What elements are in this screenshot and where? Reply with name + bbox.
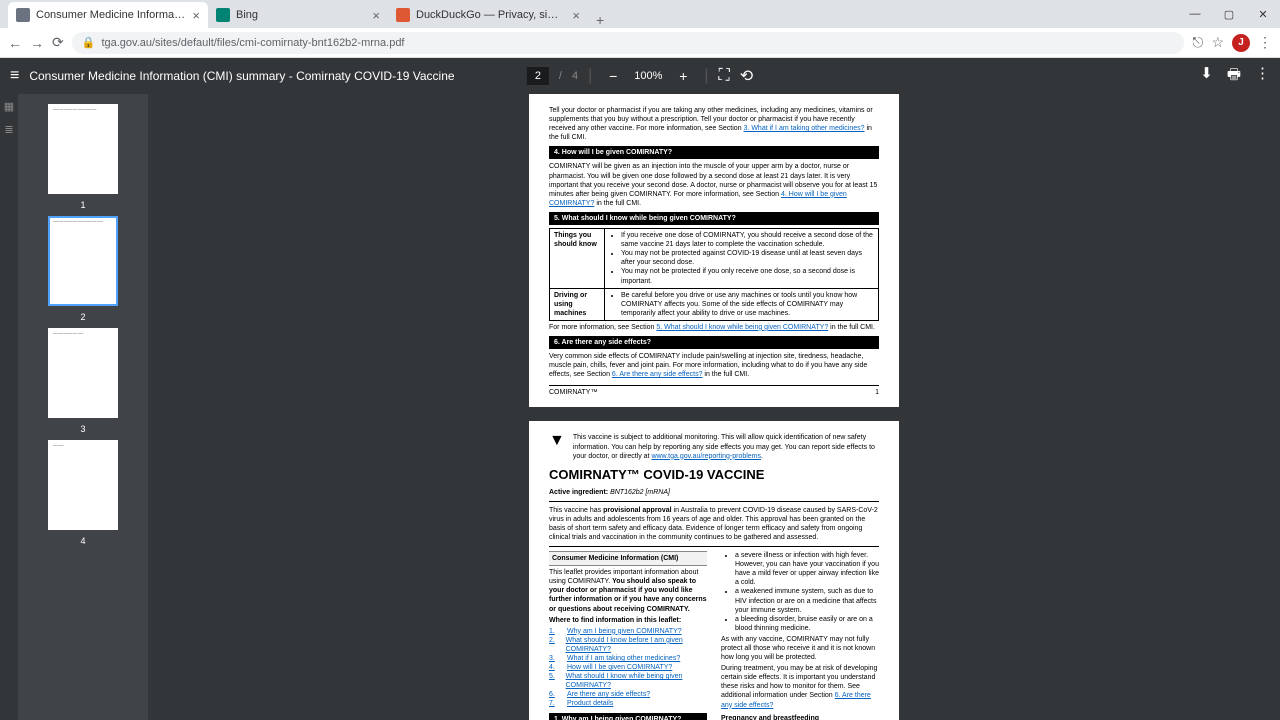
toc-list: 1.Why am I being given COMIRNATY? 2.What… <box>549 627 707 709</box>
rotate-icon[interactable]: ⟲ <box>740 66 753 86</box>
url-text: tga.gov.au/sites/default/files/cmi-comir… <box>101 37 404 49</box>
section-6-header: 6. Are there any side effects? <box>549 336 879 349</box>
thumbnail-panel: ▬▬▬ ▬▬ ▬▬▬▬ ▬▬ ▬▬▬ ▬▬▬▬ ▬▬ 1 ▬▬▬ ▬▬ ▬▬▬▬… <box>18 94 148 720</box>
toc-link[interactable]: What should I know before I am given COM… <box>566 636 707 654</box>
link-sec5[interactable]: 5. What should I know while being given … <box>656 324 828 331</box>
thumb-label: 3 <box>80 424 85 434</box>
pdf-toolbar: ≡ Consumer Medicine Information (CMI) su… <box>0 58 1280 94</box>
kebab-menu-icon[interactable]: ⋮ <box>1258 34 1272 51</box>
thumb-label: 2 <box>80 312 85 322</box>
print-icon[interactable]: 🖶 <box>1227 64 1241 89</box>
hamburger-icon[interactable]: ≡ <box>10 67 19 85</box>
zoom-in-button[interactable]: + <box>672 65 694 87</box>
more-icon[interactable]: ⋮ <box>1255 64 1270 89</box>
outline-icon[interactable]: ≣ <box>4 123 13 136</box>
warning-bullets: a severe illness or infection with high … <box>721 551 879 633</box>
link-sec3[interactable]: 3. What if I am taking other medicines? <box>744 125 865 132</box>
reload-icon[interactable]: ⟳ <box>52 34 64 51</box>
zoom-out-button[interactable]: − <box>602 65 624 87</box>
toc-link[interactable]: Product details <box>567 699 613 708</box>
browser-tab-bar: Consumer Medicine Information × Bing × D… <box>0 0 1280 28</box>
black-triangle-icon: ▼ <box>549 431 565 452</box>
bookmark-icon[interactable]: ☆ <box>1211 34 1224 51</box>
section-4-header: 4. How will I be given COMIRNATY? <box>549 146 879 159</box>
translate-icon[interactable]: ⎋ <box>1192 34 1203 51</box>
thumb-label: 1 <box>80 200 85 210</box>
tab-title: Consumer Medicine Information <box>36 9 186 21</box>
pdf-page-2: ▼ This vaccine is subject to additional … <box>529 421 899 720</box>
p2-sec1-head: 1. Why am I being given COMIRNATY? <box>549 713 707 720</box>
page2-title: COMIRNATY™ COVID-19 VACCINE <box>549 467 879 484</box>
page-sep: / <box>559 70 562 82</box>
section-5-table: Things you should know If you receive on… <box>549 228 879 321</box>
ddg-favicon <box>396 8 410 22</box>
fit-page-icon[interactable]: ⛶ <box>719 67 730 85</box>
page-number-input[interactable] <box>527 67 549 85</box>
new-tab-button[interactable]: + <box>588 12 612 28</box>
thumb-label: 4 <box>80 536 85 546</box>
toc-link[interactable]: How will I be given COMIRNATY? <box>567 663 672 672</box>
pdf-page-1-bottom: Tell your doctor or pharmacist if you ar… <box>529 94 899 407</box>
section-5-header: 5. What should I know while being given … <box>549 212 879 225</box>
close-icon[interactable]: × <box>192 8 200 23</box>
footer-page: 1 <box>875 388 879 397</box>
page-scroll-area[interactable]: Tell your doctor or pharmacist if you ar… <box>148 94 1280 720</box>
address-bar: ← → ⟳ 🔒 tga.gov.au/sites/default/files/c… <box>0 28 1280 58</box>
page-total: 4 <box>572 70 578 82</box>
pdf-favicon <box>16 8 30 22</box>
close-icon[interactable]: × <box>372 8 380 23</box>
tab-title: DuckDuckGo — Privacy, simplifi <box>416 9 566 21</box>
thumbnail-2[interactable]: ▬▬▬ ▬▬ ▬▬▬▬ ▬▬ ▬▬▬ ▬▬▬▬ ▬▬ ▬▬▬ <box>48 216 118 306</box>
preg-heading: Pregnancy and breastfeeding <box>721 714 879 720</box>
toc-link[interactable]: What should I know while being given COM… <box>566 672 707 690</box>
document-title: Consumer Medicine Information (CMI) summ… <box>29 69 454 83</box>
close-window-button[interactable]: ✕ <box>1246 0 1280 28</box>
back-icon[interactable]: ← <box>8 35 22 51</box>
toc-link[interactable]: Are there any side effects? <box>567 690 650 699</box>
profile-avatar[interactable]: J <box>1232 34 1250 52</box>
bing-favicon <box>216 8 230 22</box>
cmi-heading: Consumer Medicine Information (CMI) <box>549 551 707 566</box>
thumbnails-icon[interactable]: ▦ <box>4 100 14 113</box>
footer-left: COMIRNATY™ <box>549 388 597 397</box>
window-controls: — ▢ ✕ <box>1178 0 1280 28</box>
tab-ddg[interactable]: DuckDuckGo — Privacy, simplifi × <box>388 2 588 28</box>
tab-cmi[interactable]: Consumer Medicine Information × <box>8 2 208 28</box>
lock-icon: 🔒 <box>82 36 96 49</box>
url-input[interactable]: 🔒 tga.gov.au/sites/default/files/cmi-com… <box>72 32 1185 54</box>
close-icon[interactable]: × <box>572 8 580 23</box>
pdf-viewer: ▦ ≣ ▬▬▬ ▬▬ ▬▬▬▬ ▬▬ ▬▬▬ ▬▬▬▬ ▬▬ 1 ▬▬▬ ▬▬ … <box>0 94 1280 720</box>
maximize-button[interactable]: ▢ <box>1212 0 1246 28</box>
toc-link[interactable]: Why am I being given COMIRNATY? <box>567 627 682 636</box>
thumbnail-3[interactable]: ▬▬ ▬▬▬ ▬▬▬▬ ▬▬ ▬▬▬ <box>48 328 118 418</box>
zoom-level: 100% <box>634 70 662 82</box>
tab-title: Bing <box>236 9 366 21</box>
toc-link[interactable]: What if I am taking other medicines? <box>567 654 680 663</box>
link-sec6[interactable]: 6. Are there any side effects? <box>612 371 703 378</box>
thumbnail-1[interactable]: ▬▬▬ ▬▬ ▬▬▬▬ ▬▬ ▬▬▬ ▬▬▬▬ ▬▬ <box>48 104 118 194</box>
link-tga-report[interactable]: www.tga.gov.au/reporting-problems <box>651 453 761 460</box>
download-icon[interactable]: ⬇ <box>1200 64 1213 89</box>
tab-bing[interactable]: Bing × <box>208 2 388 28</box>
minimize-button[interactable]: — <box>1178 0 1212 28</box>
thumbnail-4[interactable]: ▬▬ ▬▬▬ <box>48 440 118 530</box>
side-rail: ▦ ≣ <box>0 94 18 720</box>
forward-icon[interactable]: → <box>30 35 44 51</box>
